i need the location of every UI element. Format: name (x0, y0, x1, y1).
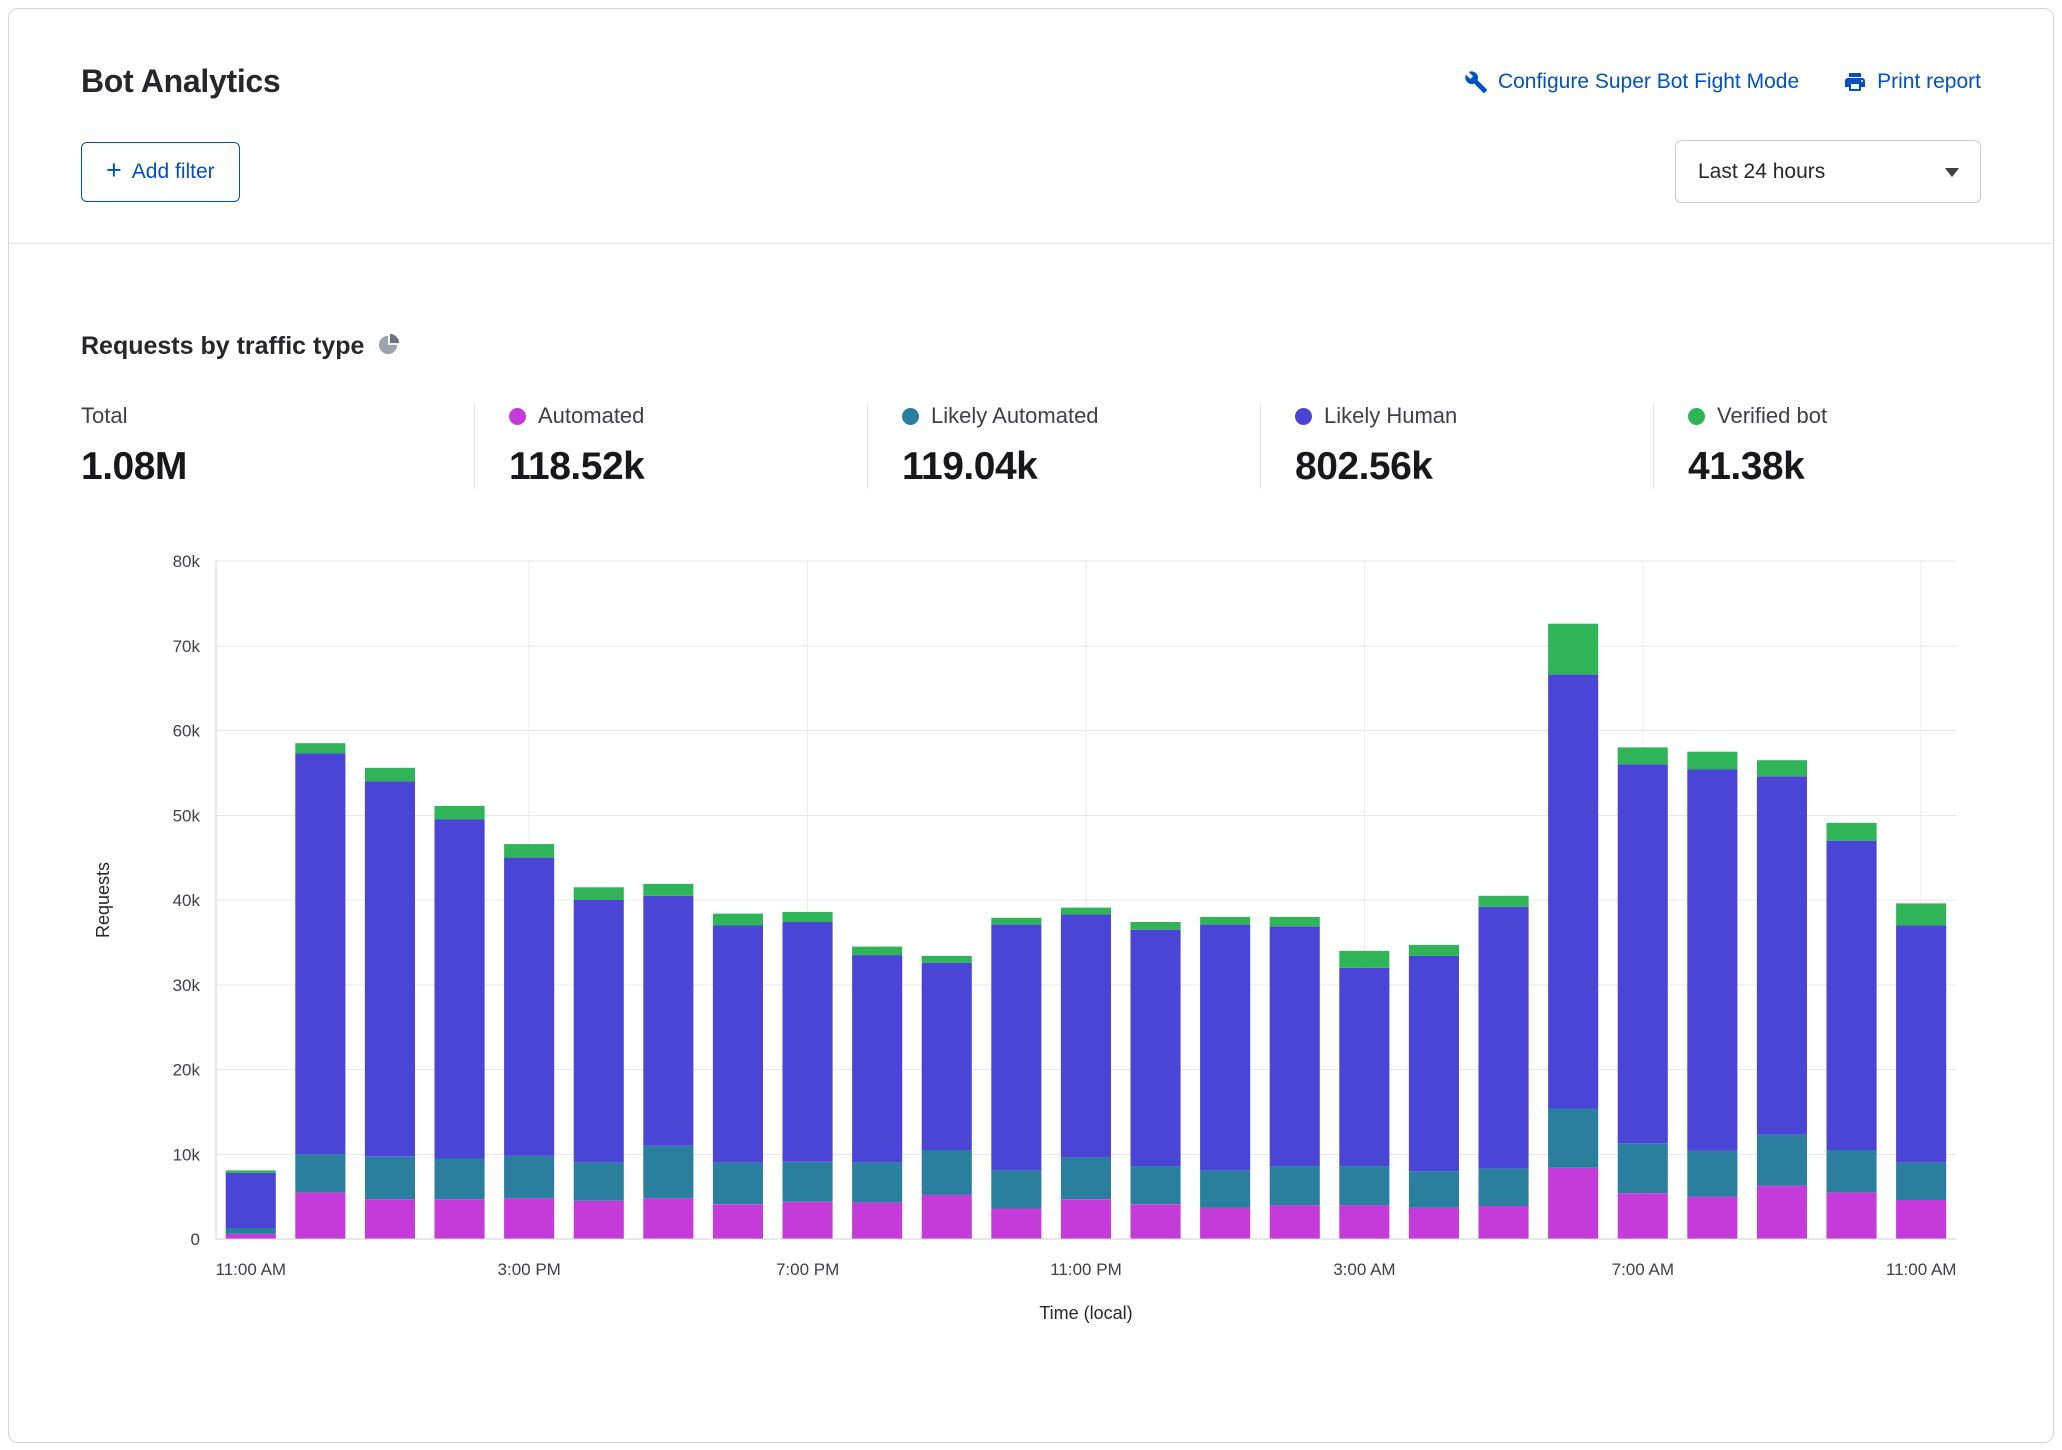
print-report-link[interactable]: Print report (1843, 70, 1981, 94)
section-title-row: Requests by traffic type (81, 332, 1981, 361)
traffic-type-stats-row: Total 1.08M Automated 118.52k Likely Aut… (81, 403, 1981, 489)
pie-chart-icon (378, 333, 400, 360)
requests-chart-svg: 0 10k 20k 30k 40k 50k 60k 70k 80k 11:00 AM 3:00 PM… (81, 547, 1981, 1347)
stat-likely-human-label: Likely Human (1324, 403, 1457, 429)
svg-text:60k: 60k (173, 722, 201, 741)
header-row: Bot Analytics Configure Super Bot Fight … (81, 63, 1981, 100)
stat-likely-automated: Likely Automated 119.04k (867, 403, 1260, 489)
likely-human-legend-dot (1295, 408, 1312, 425)
svg-text:10k: 10k (173, 1145, 201, 1164)
likely-automated-legend-dot (902, 408, 919, 425)
svg-text:11:00 PM: 11:00 PM (1050, 1260, 1122, 1279)
page-title: Bot Analytics (81, 63, 280, 100)
stat-verified-bot-value: 41.38k (1688, 445, 2016, 489)
chevron-down-icon (1944, 160, 1960, 184)
print-link-label: Print report (1877, 70, 1981, 94)
bot-analytics-card: Bot Analytics Configure Super Bot Fight … (8, 8, 2054, 1443)
stat-total: Total 1.08M (81, 403, 474, 489)
stat-likely-automated-label: Likely Automated (931, 403, 1099, 429)
add-filter-button[interactable]: + Add filter (81, 142, 240, 202)
stat-verified-bot: Verified bot 41.38k (1653, 403, 2046, 489)
card-header: Bot Analytics Configure Super Bot Fight … (9, 9, 2053, 244)
svg-text:7:00 PM: 7:00 PM (776, 1260, 839, 1279)
stat-automated: Automated 118.52k (474, 403, 867, 489)
configure-super-bot-fight-mode-link[interactable]: Configure Super Bot Fight Mode (1464, 70, 1799, 94)
stat-total-label: Total (81, 403, 127, 429)
verified-bot-legend-dot (1688, 408, 1705, 425)
svg-text:3:00 PM: 3:00 PM (498, 1260, 561, 1279)
automated-legend-dot (509, 408, 526, 425)
filter-row: + Add filter Last 24 hours (81, 140, 1981, 203)
svg-text:40k: 40k (173, 891, 201, 910)
stat-automated-value: 118.52k (509, 445, 837, 489)
svg-text:Requests: Requests (93, 862, 113, 938)
header-links: Configure Super Bot Fight Mode Print rep… (1464, 70, 1981, 94)
stat-likely-human: Likely Human 802.56k (1260, 403, 1653, 489)
printer-icon (1843, 70, 1867, 94)
svg-text:11:00 AM: 11:00 AM (1886, 1260, 1957, 1279)
svg-text:80k: 80k (173, 552, 201, 571)
svg-text:7:00 AM: 7:00 AM (1612, 1260, 1674, 1279)
requests-by-traffic-type-chart: 0 10k 20k 30k 40k 50k 60k 70k 80k 11:00 AM 3:00 PM… (81, 547, 1981, 1347)
svg-text:20k: 20k (173, 1061, 201, 1080)
wrench-icon (1464, 70, 1488, 94)
svg-text:Time (local): Time (local) (1039, 1303, 1132, 1323)
time-range-select[interactable]: Last 24 hours (1675, 140, 1981, 203)
configure-link-label: Configure Super Bot Fight Mode (1498, 70, 1799, 94)
stat-automated-label: Automated (538, 403, 644, 429)
add-filter-label: Add filter (132, 160, 215, 184)
svg-text:11:00 AM: 11:00 AM (216, 1260, 287, 1279)
section-title: Requests by traffic type (81, 332, 364, 361)
stat-likely-human-value: 802.56k (1295, 445, 1623, 489)
card-body: Requests by traffic type Total 1.08M Aut… (9, 244, 2053, 1347)
time-range-value: Last 24 hours (1698, 160, 1825, 184)
stat-verified-bot-label: Verified bot (1717, 403, 1827, 429)
svg-text:3:00 AM: 3:00 AM (1333, 1260, 1395, 1279)
svg-text:50k: 50k (173, 806, 201, 825)
svg-text:30k: 30k (173, 976, 201, 995)
svg-text:70k: 70k (173, 637, 201, 656)
plus-icon: + (106, 157, 122, 184)
svg-text:0: 0 (191, 1230, 200, 1249)
stat-likely-automated-value: 119.04k (902, 445, 1230, 489)
stat-total-value: 1.08M (81, 445, 444, 489)
